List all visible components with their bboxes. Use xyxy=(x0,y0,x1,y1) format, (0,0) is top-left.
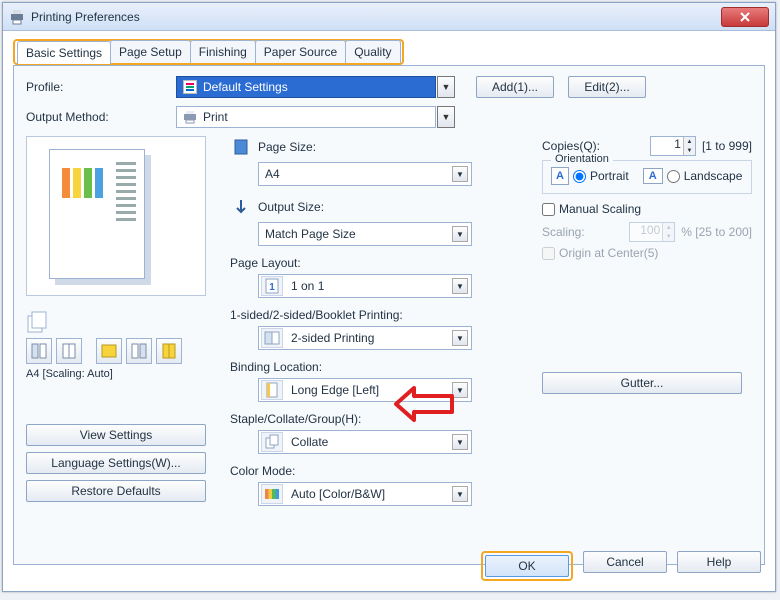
orientation-group: Orientation A Portrait A xyxy=(542,160,752,194)
output-method-dropdown[interactable]: Print ▼ xyxy=(176,106,436,128)
red-arrow-annotation xyxy=(394,386,454,422)
binding-label: Binding Location: xyxy=(230,360,542,374)
chevron-down-icon[interactable]: ▼ xyxy=(437,106,455,128)
pages-stack-icon xyxy=(26,310,54,334)
scaling-label: Scaling: xyxy=(542,225,585,239)
profile-add-button[interactable]: Add(1)... xyxy=(476,76,554,98)
tab-paper-source[interactable]: Paper Source xyxy=(255,40,346,63)
layout-tool-4[interactable] xyxy=(126,338,152,364)
scaling-range: % [25 to 200] xyxy=(681,225,752,239)
orientation-label: Orientation xyxy=(551,153,613,165)
basic-settings-panel: Profile: Default Settings ▼ Add(1)... Ed… xyxy=(13,65,765,565)
two-sided-icon xyxy=(261,328,283,348)
ok-button[interactable]: OK xyxy=(485,555,569,577)
portrait-icon: A xyxy=(551,167,569,185)
profile-dropdown[interactable]: Default Settings ▼ xyxy=(176,76,436,98)
output-size-dropdown[interactable]: Match Page Size ▼ xyxy=(258,222,472,246)
chevron-down-icon[interactable]: ▼ xyxy=(437,76,455,98)
binding-icon xyxy=(261,380,283,400)
staple-label: Staple/Collate/Group(H): xyxy=(230,412,542,426)
color-mode-label: Color Mode: xyxy=(230,464,542,478)
profile-edit-button[interactable]: Edit(2)... xyxy=(568,76,646,98)
layout-tool-2[interactable] xyxy=(56,338,82,364)
tabs-highlight-annotation: Basic SettingsPage SetupFinishingPaper S… xyxy=(13,39,404,65)
chevron-down-icon[interactable]: ▼ xyxy=(452,278,468,294)
right-settings-column: Copies(Q): 1 ▲▼ [1 to 999] Orientation xyxy=(542,136,752,394)
page-size-label: Page Size: xyxy=(258,140,428,154)
page-size-dropdown[interactable]: A4 ▼ xyxy=(258,162,472,186)
preview-column: A4 [Scaling: Auto] View Settings Languag… xyxy=(26,136,220,516)
printing-preferences-window: Printing Preferences Basic SettingsPage … xyxy=(2,2,776,592)
settings-column: Page Size: A4 ▼ Output Size: Match Page … xyxy=(230,136,752,516)
layout-tool-3[interactable] xyxy=(96,338,122,364)
scaling-spinner: 100 ▲▼ xyxy=(629,222,675,242)
color-icon xyxy=(261,484,283,504)
collate-icon xyxy=(261,432,283,452)
view-settings-button[interactable]: View Settings xyxy=(26,424,206,446)
svg-text:1: 1 xyxy=(269,282,275,293)
layout-tool-1[interactable] xyxy=(26,338,52,364)
chevron-down-icon[interactable]: ▼ xyxy=(452,330,468,346)
tab-quality[interactable]: Quality xyxy=(345,40,400,63)
preview-toolbar xyxy=(26,338,220,364)
output-method-label: Output Method: xyxy=(26,110,176,124)
window-title: Printing Preferences xyxy=(31,10,140,24)
chevron-down-icon[interactable]: ▼ xyxy=(452,434,468,450)
spin-down-icon[interactable]: ▼ xyxy=(684,146,695,155)
output-size-icon xyxy=(230,196,252,218)
output-method-value: Print xyxy=(203,110,228,124)
layout-tool-5[interactable] xyxy=(156,338,182,364)
tab-bar: Basic SettingsPage SetupFinishingPaper S… xyxy=(17,43,400,61)
duplex-label: 1-sided/2-sided/Booklet Printing: xyxy=(230,308,542,322)
orientation-portrait[interactable]: A Portrait xyxy=(551,167,629,185)
staple-dropdown[interactable]: Collate ▼ xyxy=(258,430,472,454)
page-layout-dropdown[interactable]: 1 1 on 1 ▼ xyxy=(258,274,472,298)
tab-finishing[interactable]: Finishing xyxy=(190,40,256,63)
page-preview xyxy=(26,136,206,296)
chevron-down-icon[interactable]: ▼ xyxy=(452,166,468,182)
copies-range: [1 to 999] xyxy=(702,139,752,153)
origin-center-checkbox: Origin at Center(5) xyxy=(542,246,752,260)
restore-defaults-button[interactable]: Restore Defaults xyxy=(26,480,206,502)
duplex-dropdown[interactable]: 2-sided Printing ▼ xyxy=(258,326,472,350)
profile-icon xyxy=(183,80,197,94)
chevron-down-icon[interactable]: ▼ xyxy=(452,226,468,242)
help-button[interactable]: Help xyxy=(677,551,761,573)
chevron-down-icon[interactable]: ▼ xyxy=(452,382,468,398)
ok-highlight-annotation: OK xyxy=(481,551,573,581)
dialog-footer: OK Cancel Help xyxy=(481,551,761,581)
cancel-button[interactable]: Cancel xyxy=(583,551,667,573)
page-size-icon xyxy=(230,136,252,158)
tab-basic-settings[interactable]: Basic Settings xyxy=(17,41,111,64)
tab-page-setup[interactable]: Page Setup xyxy=(110,40,191,63)
copies-label: Copies(Q): xyxy=(542,139,600,153)
page-layout-label: Page Layout: xyxy=(230,256,542,270)
profile-label: Profile: xyxy=(26,80,176,94)
output-size-label: Output Size: xyxy=(258,200,428,214)
close-button[interactable] xyxy=(721,7,769,27)
profile-value: Default Settings xyxy=(203,80,288,94)
print-icon xyxy=(183,110,197,124)
spin-up-icon[interactable]: ▲ xyxy=(684,137,695,146)
language-settings-button[interactable]: Language Settings(W)... xyxy=(26,452,206,474)
landscape-icon: A xyxy=(643,168,663,184)
preview-caption: A4 [Scaling: Auto] xyxy=(26,368,220,380)
gutter-button[interactable]: Gutter... xyxy=(542,372,742,394)
color-mode-dropdown[interactable]: Auto [Color/B&W] ▼ xyxy=(258,482,472,506)
printer-icon xyxy=(9,9,25,25)
chevron-down-icon[interactable]: ▼ xyxy=(452,486,468,502)
manual-scaling-checkbox[interactable]: Manual Scaling xyxy=(542,202,752,216)
titlebar: Printing Preferences xyxy=(3,3,775,31)
orientation-landscape[interactable]: A Landscape xyxy=(643,168,743,184)
copies-spinner[interactable]: 1 ▲▼ xyxy=(650,136,696,156)
one-on-one-icon: 1 xyxy=(261,276,283,296)
